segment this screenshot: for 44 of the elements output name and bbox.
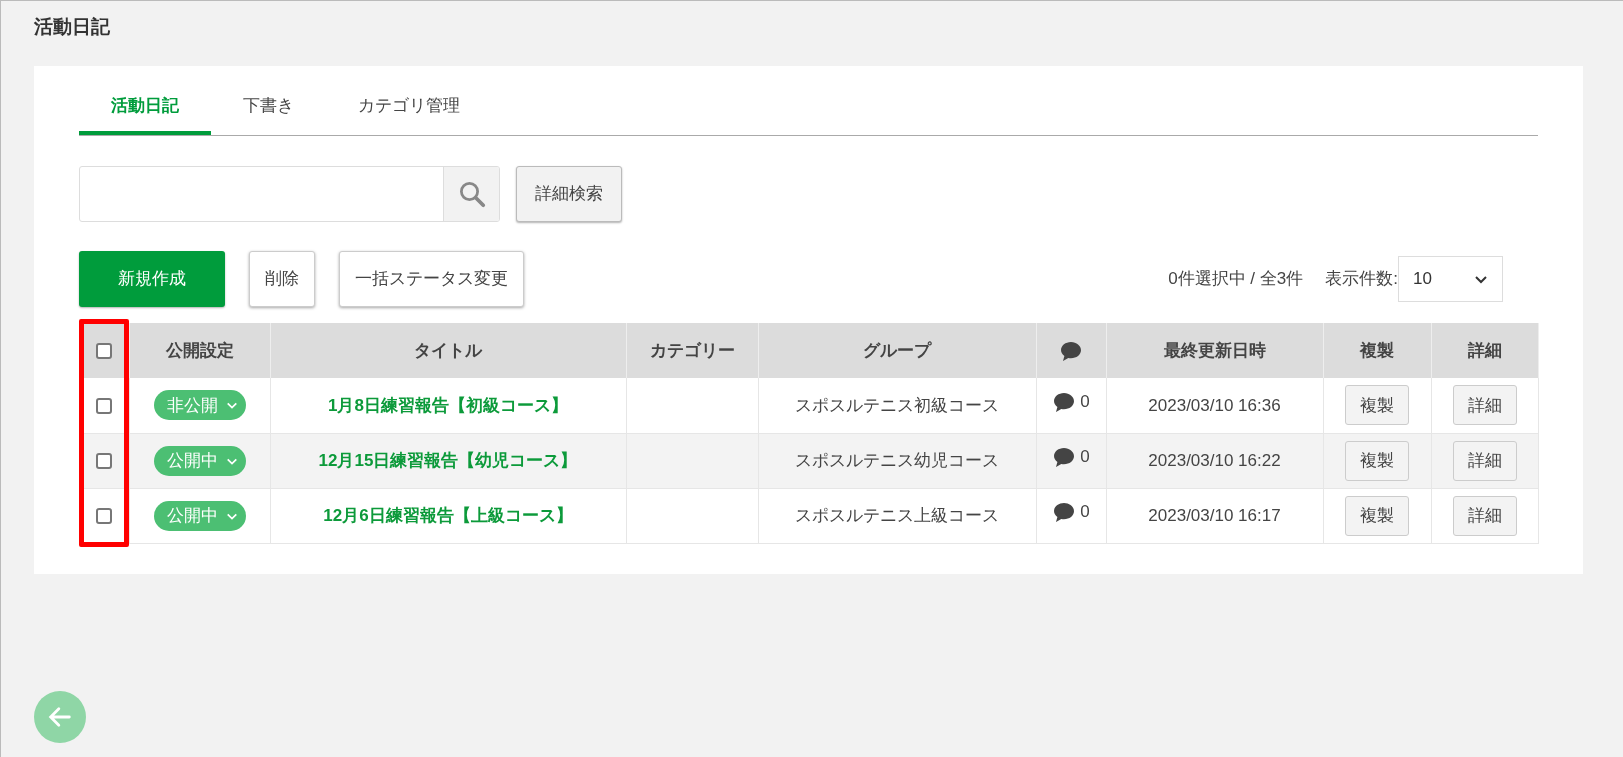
column-header: グループ <box>863 340 931 360</box>
comment-icon <box>1059 339 1083 364</box>
checkbox[interactable] <box>95 453 112 470</box>
detail-button[interactable]: 詳細 <box>1452 440 1517 481</box>
updated-cell: 2023/03/10 16:17 <box>1148 505 1281 525</box>
column-header: 最終更新日時 <box>1163 340 1266 360</box>
column-header: 複製 <box>1360 340 1394 360</box>
comment-icon <box>1052 445 1077 470</box>
page-size-select[interactable]: 10 <box>1398 256 1503 302</box>
selection-count: 0件選択中 / 全3件 <box>1168 268 1304 291</box>
create-button[interactable]: 新規作成 <box>79 251 225 307</box>
copy-button[interactable]: 複製 <box>1345 385 1409 426</box>
copy-button[interactable]: 複製 <box>1345 495 1409 536</box>
title-link[interactable]: 1月8日練習報告【初級コース】 <box>328 395 568 415</box>
tab[interactable]: 活動日記 <box>79 81 211 135</box>
advanced-search-button[interactable]: 詳細検索 <box>516 166 622 222</box>
group-cell: スポスルテニス初級コース <box>795 395 999 415</box>
updated-cell: 2023/03/10 16:22 <box>1148 450 1281 470</box>
tab[interactable]: カテゴリ管理 <box>326 81 492 135</box>
page-size-label: 表示件数: <box>1325 268 1398 291</box>
search-button[interactable] <box>443 167 499 221</box>
group-cell: スポスルテニス幼児コース <box>795 450 999 470</box>
title-link[interactable]: 12月6日練習報告【上級コース】 <box>323 505 573 525</box>
comment-count: 0 <box>1080 446 1090 469</box>
checkbox[interactable] <box>95 508 112 525</box>
comment-count: 0 <box>1080 391 1090 414</box>
search-field[interactable] <box>79 166 500 222</box>
updated-cell: 2023/03/10 16:36 <box>1148 395 1281 415</box>
delete-button[interactable]: 削除 <box>249 251 315 307</box>
column-header: カテゴリー <box>649 340 735 360</box>
column-header: 公開設定 <box>165 340 234 360</box>
detail-button[interactable]: 詳細 <box>1452 385 1517 426</box>
bulk-status-button[interactable]: 一括ステータス変更 <box>339 251 524 307</box>
column-header: タイトル <box>414 340 482 360</box>
column-header: 詳細 <box>1467 340 1502 360</box>
page-title: 活動日記 <box>33 15 111 39</box>
detail-button[interactable]: 詳細 <box>1452 495 1517 536</box>
checkbox[interactable] <box>95 343 112 360</box>
tab[interactable]: 下書き <box>211 81 326 135</box>
comment-count: 0 <box>1080 501 1090 524</box>
copy-button[interactable]: 複製 <box>1345 440 1409 481</box>
group-cell: スポスルテニス上級コース <box>795 505 999 525</box>
comment-icon <box>1052 500 1077 525</box>
checkbox[interactable] <box>95 398 112 414</box>
